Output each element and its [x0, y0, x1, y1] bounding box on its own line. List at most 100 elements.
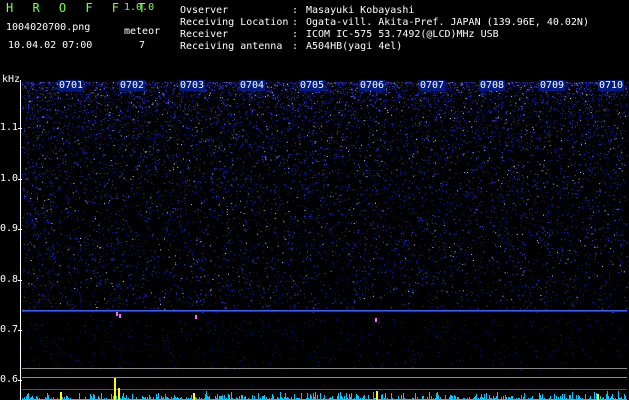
noise-dot: [603, 135, 604, 137]
noise-dot: [571, 97, 573, 98]
noise-dot: [358, 147, 360, 149]
noise-dot: [152, 210, 154, 212]
noise-dot: [394, 82, 396, 84]
noise-dot: [312, 190, 314, 191]
noise-dot: [454, 130, 456, 132]
noise-dot: [386, 88, 387, 90]
noise-dot: [57, 189, 59, 191]
noise-dot: [255, 224, 257, 226]
noise-dot: [557, 92, 559, 94]
noise-dot: [526, 141, 528, 143]
noise-dot: [458, 197, 460, 199]
noise-dot: [82, 128, 84, 130]
noise-dot: [621, 162, 623, 164]
noise-dot: [371, 286, 372, 288]
noise-dot: [99, 181, 101, 183]
noise-dot: [110, 195, 112, 197]
noise-dot: [57, 262, 59, 264]
noise-dot: [220, 168, 222, 170]
noise-dot: [221, 222, 223, 224]
noise-dot: [138, 111, 139, 113]
noise-dot: [193, 251, 195, 253]
noise-dot: [552, 275, 553, 277]
noise-dot: [405, 179, 407, 181]
noise-dot: [592, 214, 594, 216]
noise-dot: [351, 273, 353, 275]
noise-dot: [157, 308, 159, 310]
noise-dot: [74, 112, 76, 114]
noise-dot: [50, 179, 52, 181]
noise-dot: [135, 253, 137, 255]
noise-dot: [204, 95, 206, 97]
noise-dot: [591, 215, 593, 217]
noise-dot: [167, 147, 169, 148]
noise-dot: [219, 114, 221, 116]
noise-dot: [543, 141, 545, 142]
noise-dot: [440, 119, 442, 121]
noise-dot: [325, 121, 327, 123]
noise-dot: [192, 95, 194, 97]
noise-dot: [176, 233, 178, 235]
noise-dot: [579, 88, 580, 90]
noise-dot: [74, 109, 76, 111]
noise-dot: [590, 106, 592, 108]
noise-dot: [419, 125, 421, 127]
noise-dot: [243, 277, 244, 279]
noise-dot: [479, 281, 481, 283]
noise-dot: [598, 194, 600, 196]
noise-dot: [53, 258, 55, 260]
noise-dot: [70, 300, 72, 302]
noise-dot: [469, 121, 471, 123]
noise-dot: [522, 108, 523, 109]
noise-dot: [519, 282, 521, 284]
noise-dot: [547, 133, 549, 135]
noise-dot: [162, 144, 164, 146]
noise-dot: [186, 180, 188, 181]
noise-dot: [429, 187, 431, 189]
noise-dot: [87, 130, 89, 132]
noise-dot: [49, 301, 50, 303]
noise-dot: [421, 159, 423, 160]
noise-dot: [195, 108, 197, 110]
noise-dot: [392, 272, 393, 274]
noise-dot: [425, 159, 427, 161]
noise-dot: [50, 118, 52, 120]
noise-dot: [260, 236, 262, 238]
noise-dot: [517, 258, 519, 260]
noise-dot: [245, 242, 247, 244]
noise-dot: [466, 130, 468, 132]
noise-dot: [224, 124, 225, 125]
noise-dot: [32, 106, 34, 108]
noise-dot: [499, 197, 501, 199]
noise-dot: [47, 93, 49, 94]
noise-dot: [139, 96, 141, 98]
noise-dot: [457, 83, 459, 85]
noise-dot: [329, 306, 331, 308]
noise-dot: [214, 86, 216, 87]
noise-dot: [312, 153, 314, 155]
noise-dot: [515, 208, 517, 210]
noise-dot: [606, 282, 608, 284]
noise-dot: [304, 160, 306, 161]
noise-dot: [283, 162, 285, 164]
noise-dot: [431, 149, 433, 151]
noise-dot: [332, 82, 334, 84]
noise-dot: [36, 305, 38, 307]
noise-dot: [37, 263, 39, 265]
noise-dot: [144, 144, 146, 146]
noise-dot: [444, 181, 446, 183]
noise-dot: [97, 172, 99, 174]
noise-dot: [504, 284, 506, 286]
noise-dot: [314, 272, 316, 274]
noise-dot: [207, 93, 208, 95]
noise-dot: [505, 171, 507, 172]
noise-dot: [117, 242, 119, 244]
noise-dot: [165, 292, 167, 294]
noise-dot: [308, 215, 310, 217]
noise-dot: [115, 214, 117, 215]
noise-dot: [303, 112, 305, 114]
noise-dot: [127, 241, 128, 243]
noise-dot: [603, 109, 605, 111]
noise-dot: [373, 147, 375, 149]
noise-dot: [217, 139, 219, 140]
